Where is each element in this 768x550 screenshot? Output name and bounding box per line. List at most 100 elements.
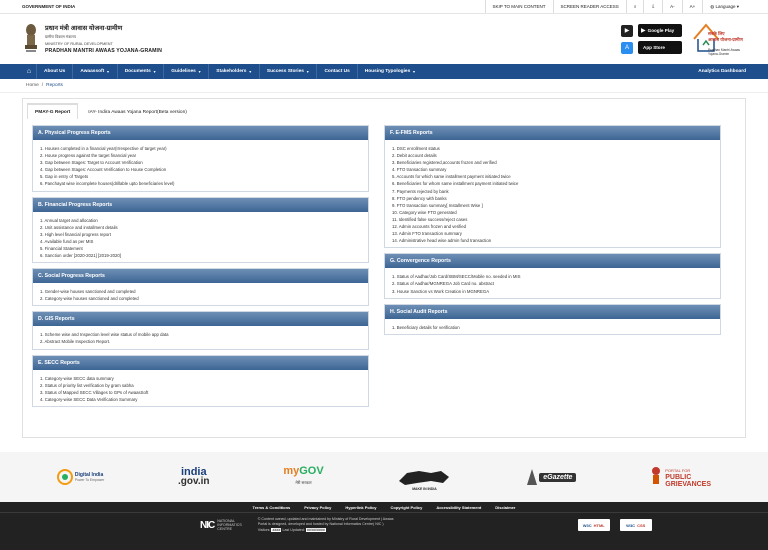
panel-title: E. SECC Reports	[33, 355, 368, 370]
nav-guidelines[interactable]: Guidelines ▼	[163, 64, 208, 79]
report-link[interactable]: 3. High level financial progress report	[40, 231, 361, 238]
analytics-dashboard-link[interactable]: Analytics Dashboard	[698, 69, 746, 74]
logo-hindi: आवास योजना-ग्रामीण	[708, 37, 743, 42]
egazette-logo[interactable]: eGazette	[525, 460, 577, 494]
sitemap-icon[interactable]: ⇩	[643, 0, 662, 13]
panel-title: G. Convergence Reports	[385, 254, 720, 269]
india-gov-domain: .gov.in	[178, 476, 210, 487]
make-in-india-logo[interactable]: MAKE IN INDIA	[397, 460, 451, 494]
footer-link-copyright[interactable]: Copyright Policy	[391, 505, 423, 510]
tab-pmayg-report[interactable]: PMAY-G Report	[27, 104, 79, 119]
report-link[interactable]: 5. Financial Statement	[40, 245, 361, 252]
report-link[interactable]: 4. FTO transaction summary	[392, 166, 713, 173]
skip-to-main-link[interactable]: SKIP TO MAIN CONTENT	[484, 0, 553, 13]
report-link[interactable]: 1. Scheme wise and Inspection level wise…	[40, 331, 361, 338]
nav-housing-typologies[interactable]: Housing Typologies ▼	[356, 64, 423, 79]
report-link[interactable]: 1. Category-wise SECC data summary	[40, 375, 361, 382]
tab-iay-report[interactable]: IAY- Indira Awaas Yojana Report(Beta ver…	[80, 104, 195, 119]
screen-reader-link[interactable]: SCREEN READER ACCESS	[552, 0, 626, 13]
breadcrumb-separator: /	[41, 83, 44, 88]
report-link[interactable]: 6. Beneficiaries for whom same installme…	[392, 180, 713, 187]
footer-link-terms[interactable]: Terms & Conditions	[253, 505, 291, 510]
report-link[interactable]: 12. Admin accounts frozen and verified	[392, 223, 713, 230]
report-link[interactable]: 2. Status of priority list verification …	[40, 382, 361, 389]
report-link[interactable]: 1. Gender-wise houses sanctioned and com…	[40, 288, 361, 295]
footer-link-disclaimer[interactable]: Disclaimer	[495, 505, 515, 510]
report-link[interactable]: 2. Debit account details	[392, 152, 713, 159]
app-store-icon[interactable]: A	[621, 41, 633, 54]
report-link[interactable]: 1. Houses completed in a financial year(…	[40, 145, 361, 152]
report-link[interactable]: 3. Status of Mapped SECC Villages to GPs…	[40, 389, 361, 396]
footer: Terms & Conditions Privacy Policy Hyperl…	[0, 502, 768, 550]
mygov-logo[interactable]: myGOV मेरी सरकार	[283, 460, 323, 494]
nav-stakeholders[interactable]: Stakeholders ▼	[208, 64, 259, 79]
header: प्रधान मंत्री आवास योजना-ग्रामीण ग्रामीण…	[0, 14, 768, 64]
w3c-css-badge[interactable]: W3C CSS	[619, 519, 652, 532]
nav-contact-us[interactable]: Contact Us	[316, 64, 356, 79]
google-play-badge[interactable]: ▶ Google Play	[638, 24, 682, 37]
report-link[interactable]: 14. Administrative head wise admin fund …	[392, 237, 713, 244]
nic-logo[interactable]: NIC NATIONAL INFORMATICS CENTRE	[200, 519, 242, 532]
footer-info: © Content owned, updated and maintained …	[258, 517, 428, 533]
nav-success-stories[interactable]: Success Stories ▼	[258, 64, 317, 79]
report-link[interactable]: 2. Unit assistance and installment detai…	[40, 224, 361, 231]
report-link[interactable]: 6. Sanction order [2020-2021] [2019-2020…	[40, 252, 361, 259]
public-grievances-logo[interactable]: PORTAL FOR PUBLIC GRIEVANCES	[650, 460, 711, 494]
report-link[interactable]: 1. Status of Aadhar/Job Card/SBM/SECC/Mo…	[392, 273, 713, 280]
w3c-html-badge[interactable]: W3C HTML	[577, 519, 610, 532]
panel-gis: D. GIS Reports 1. Scheme wise and Inspec…	[32, 311, 369, 350]
digital-india-logo[interactable]: Digital India Power To Empower	[56, 460, 104, 494]
panel-title: B. Financial Progress Reports	[33, 197, 368, 212]
text-decrease-button[interactable]: A-	[662, 0, 682, 13]
report-link[interactable]: 2. House progress against the target fin…	[40, 152, 361, 159]
report-link[interactable]: 5. Gap in entry of Targets	[40, 173, 361, 180]
nav-awaassoft[interactable]: Awaassoft ▼	[72, 64, 116, 79]
app-store-label: App Store	[643, 45, 665, 50]
nav-documents[interactable]: Documents ▼	[116, 64, 164, 79]
report-link[interactable]: 1. Annual target and allocation	[40, 217, 361, 224]
india-gov-logo[interactable]: india .gov.in	[178, 460, 209, 494]
footer-link-privacy[interactable]: Privacy Policy	[304, 505, 331, 510]
search-icon[interactable]: ⌕	[625, 0, 644, 13]
report-link[interactable]: 3. Beneficiaries registered,accounts fro…	[392, 159, 713, 166]
chevron-down-icon: ▾	[735, 3, 739, 9]
panel-efms: F. E-FMS Reports 1. DSC enrollment statu…	[384, 125, 721, 249]
lion-icon	[399, 471, 450, 485]
panel-convergence: G. Convergence Reports 1. Status of Aadh…	[384, 253, 721, 299]
report-link[interactable]: 7. Payments rejected by bank	[392, 188, 713, 195]
report-link[interactable]: 9. FTO transaction summary[ Installment …	[392, 202, 713, 209]
panel-title: F. E-FMS Reports	[385, 126, 720, 140]
footer-link-accessibility[interactable]: Accessibility Statement	[436, 505, 481, 510]
report-link[interactable]: 13. Admin FTO transaction summary	[392, 230, 713, 237]
nav-about-us[interactable]: About Us	[36, 64, 72, 79]
report-link[interactable]: 2. Abstract Mobile Inspection Report.	[40, 338, 361, 345]
language-selector[interactable]: ◍ Language ▾	[702, 0, 746, 13]
report-link[interactable]: 4. Category-wise SECC Data Verification …	[40, 396, 361, 403]
report-link[interactable]: 2. Category-wise houses sanctioned and c…	[40, 295, 361, 302]
report-link[interactable]: 6. Panchayat wise incomplete houses(dril…	[40, 180, 361, 187]
home-icon[interactable]: ⌂	[22, 64, 36, 79]
report-link[interactable]: 4. Available fund as per MIS	[40, 238, 361, 245]
visitors-count: ####	[271, 527, 282, 532]
report-link[interactable]: 5. Accounts for which same installment p…	[392, 173, 713, 180]
mygov-gov: GOV	[299, 465, 324, 477]
report-link[interactable]: 8. FTO pendency with banks	[392, 195, 713, 202]
egazette-icon	[527, 469, 538, 485]
app-store-badge[interactable]: App Store	[638, 41, 682, 54]
report-link[interactable]: 11. Identified false success/reject case…	[392, 216, 713, 223]
nic-line3: CENTRE	[217, 527, 233, 532]
report-link[interactable]: 4. Gap between Stages: Account Verificat…	[40, 166, 361, 173]
text-increase-button[interactable]: A+	[681, 0, 703, 13]
brand[interactable]: प्रधान मंत्री आवास योजना-ग्रामीण ग्रामीण…	[22, 23, 162, 55]
play-store-icon[interactable]: ▶	[621, 24, 633, 37]
report-link[interactable]: 2. Status of Aadhar/MGNREGA Job Card no.…	[392, 280, 713, 287]
report-link[interactable]: 1. DSC enrollment status	[392, 145, 713, 152]
report-link[interactable]: 1. Beneficiary details for verification	[392, 324, 713, 331]
report-link[interactable]: 3. House Sanction vs Work Creation in MG…	[392, 288, 713, 295]
nic-mark-icon: NIC	[200, 519, 215, 531]
breadcrumb-home[interactable]: Home	[26, 83, 39, 88]
report-link[interactable]: 3. Gap between Stages: Target to Account…	[40, 159, 361, 166]
report-link[interactable]: 10. Category wise FTO generated	[392, 209, 713, 216]
footer-link-hyperlink[interactable]: Hyperlink Policy	[345, 505, 376, 510]
chevron-down-icon: ▼	[106, 69, 110, 74]
